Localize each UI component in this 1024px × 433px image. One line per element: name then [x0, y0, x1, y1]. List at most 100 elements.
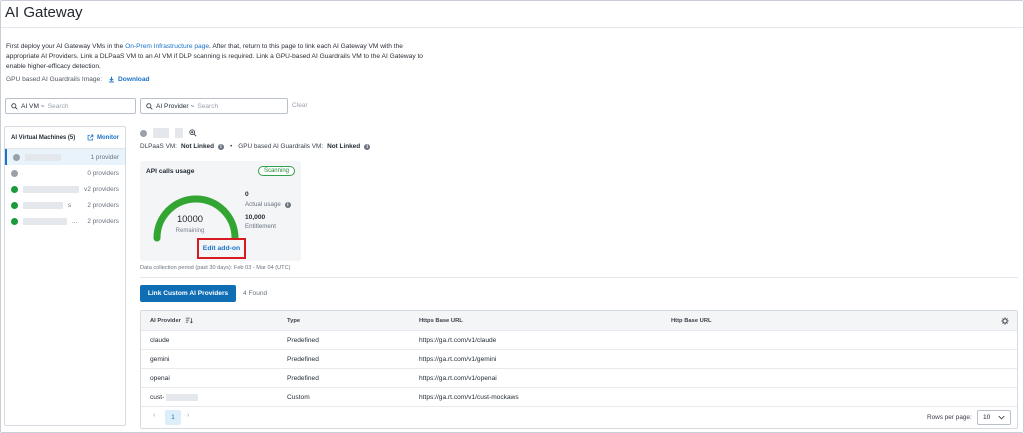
settings-gear-icon[interactable] [1001, 317, 1009, 325]
vm-list-panel: AI Virtual Machines (5) Monitor 1 provid… [4, 126, 126, 426]
providers-table: AI Provider Type Https Base URL Http Bas… [140, 310, 1018, 429]
ai-vm-filter[interactable]: AI VM ~ Search [5, 98, 136, 114]
vm-provider-count: 2 providers [87, 217, 119, 225]
vm-name-redacted [23, 217, 67, 225]
status-dot-icon [11, 169, 18, 177]
info-icon[interactable]: i [284, 201, 291, 208]
section-divider [140, 277, 1018, 278]
column-header-ai-provider[interactable]: AI Provider [150, 311, 193, 330]
provider-name-redacted [166, 393, 199, 401]
provider-name-cell: cust- [150, 388, 199, 406]
ai-vm-filter-placeholder: Search [47, 102, 69, 110]
rows-per-page-value: 10 [983, 414, 991, 421]
provider-https-url: https://ga.rt.com/v1/cust-mockaws [419, 393, 519, 401]
external-link-icon [87, 134, 94, 141]
provider-type: Custom [287, 393, 310, 401]
provider-type: Predefined [287, 355, 319, 363]
vm-list-item[interactable]: ... 2 providers [5, 213, 125, 229]
vm-list-header: AI Virtual Machines (5) Monitor [5, 127, 125, 149]
download-label: Download [118, 76, 150, 83]
data-collection-period: Data collection period (past 30 days): F… [140, 265, 291, 271]
title-divider [1, 27, 1023, 28]
vm-list-title: AI Virtual Machines (5) [11, 134, 76, 141]
remaining-label: Remaining [175, 228, 205, 234]
vm-list-item[interactable]: 1 provider [5, 149, 125, 165]
ai-vm-filter-label: AI VM ~ [21, 102, 45, 110]
scanning-badge: Scanning [257, 166, 295, 176]
selected-vm-header [140, 128, 197, 138]
actual-usage-value: 0 [245, 191, 249, 198]
clear-filters-button[interactable]: Clear [292, 102, 308, 109]
download-link[interactable]: Download [108, 76, 150, 83]
zoom-in-icon[interactable] [189, 129, 197, 137]
vm-provider-count: 2 providers [87, 185, 119, 193]
vm-name-redacted [23, 185, 79, 193]
ai-provider-filter-label: AI Provider ~ [156, 102, 195, 110]
provider-name: cust- [150, 393, 165, 401]
vm-provider-count: 1 provider [90, 153, 119, 161]
api-usage-title: API calls usage [146, 168, 195, 175]
provider-name: openai [150, 374, 170, 382]
info-icon[interactable]: i [364, 143, 371, 150]
pagination: ‹ 1 › Rows per page: 10 [141, 407, 1017, 429]
provider-name: gemini [150, 355, 170, 363]
current-page[interactable]: 1 [165, 410, 181, 425]
provider-type: Predefined [287, 336, 319, 344]
rows-per-page-select[interactable]: 10 [977, 410, 1011, 425]
results-count: 4 Found [243, 290, 268, 297]
rows-per-page-label: Rows per page: [927, 414, 972, 421]
actual-usage-row: Actual usage i [245, 201, 291, 208]
table-row[interactable]: claude Predefined https://ga.rt.com/v1/c… [141, 331, 1017, 350]
vm-name-redacted [175, 128, 183, 138]
download-icon [109, 76, 114, 83]
provider-name: claude [150, 336, 170, 344]
link-custom-ai-providers-button[interactable]: Link Custom AI Providers [140, 285, 236, 302]
provider-type: Predefined [287, 374, 319, 382]
ai-provider-filter[interactable]: AI Provider ~ Search [140, 98, 288, 114]
provider-https-url: https://ga.rt.com/v1/claude [419, 336, 497, 344]
vm-list-item[interactable]: v 2 providers [5, 181, 125, 197]
vm-provider-count: 0 providers [87, 169, 119, 177]
table-row[interactable]: openai Predefined https://ga.rt.com/v1/o… [141, 369, 1017, 388]
vm-name-suffix: ... [72, 217, 78, 225]
status-up-icon [11, 185, 18, 193]
provider-https-url: https://ga.rt.com/v1/gemini [419, 355, 497, 363]
vm-provider-count: 2 providers [87, 201, 119, 209]
vm-name-redacted [153, 128, 169, 138]
app-frame: AI Gateway First deploy your AI Gateway … [0, 0, 1024, 433]
monitor-label: Monitor [97, 134, 119, 141]
gpu-vm-value: Not Linked [327, 143, 361, 150]
info-icon[interactable]: i [217, 143, 224, 150]
intro-text-before: First deploy your AI Gateway VMs in the [6, 43, 126, 50]
column-header-https-url: Https Base URL [419, 317, 463, 324]
vm-name-redacted [25, 153, 61, 161]
next-page-icon[interactable]: › [187, 412, 189, 419]
vm-list-item[interactable]: s 2 providers [5, 197, 125, 213]
ai-provider-filter-placeholder: Search [197, 102, 219, 110]
on-prem-link[interactable]: On-Prem Infrastructure page [125, 43, 209, 50]
intro-text: First deploy your AI Gateway VMs in the … [6, 42, 426, 73]
prev-page-icon[interactable]: ‹ [153, 412, 155, 419]
vm-name-redacted [23, 201, 63, 209]
table-row[interactable]: cust- Custom https://ga.rt.com/v1/cust-m… [141, 388, 1017, 407]
separator-dot: • [229, 143, 233, 150]
vm-list-item[interactable]: 0 providers [5, 165, 125, 181]
entitlement-label: Entitlement [245, 223, 276, 230]
monitor-link[interactable]: Monitor [87, 134, 119, 141]
edit-addon-button[interactable]: Edit add-on [197, 238, 246, 259]
column-header-http-url: Http Base URL [671, 317, 712, 324]
provider-https-url: https://ga.rt.com/v1/openai [419, 374, 497, 382]
dlp-label: DLPaaS VM: [140, 143, 177, 150]
column-header-type: Type [287, 317, 301, 324]
entitlement-value: 10,000 [245, 214, 266, 221]
gpu-vm-label: GPU based AI Guardrails VM: [238, 143, 324, 150]
status-up-icon [11, 217, 18, 225]
status-dot-icon [13, 153, 20, 161]
dlp-value: Not Linked [180, 143, 214, 150]
status-up-icon [11, 201, 18, 209]
page-title: AI Gateway [5, 4, 83, 21]
table-row[interactable]: gemini Predefined https://ga.rt.com/v1/g… [141, 350, 1017, 369]
sort-icon[interactable] [185, 317, 193, 324]
status-dot-icon [140, 129, 147, 137]
link-status-line: DLPaaS VM: Not Linked i • GPU based AI G… [140, 143, 371, 150]
